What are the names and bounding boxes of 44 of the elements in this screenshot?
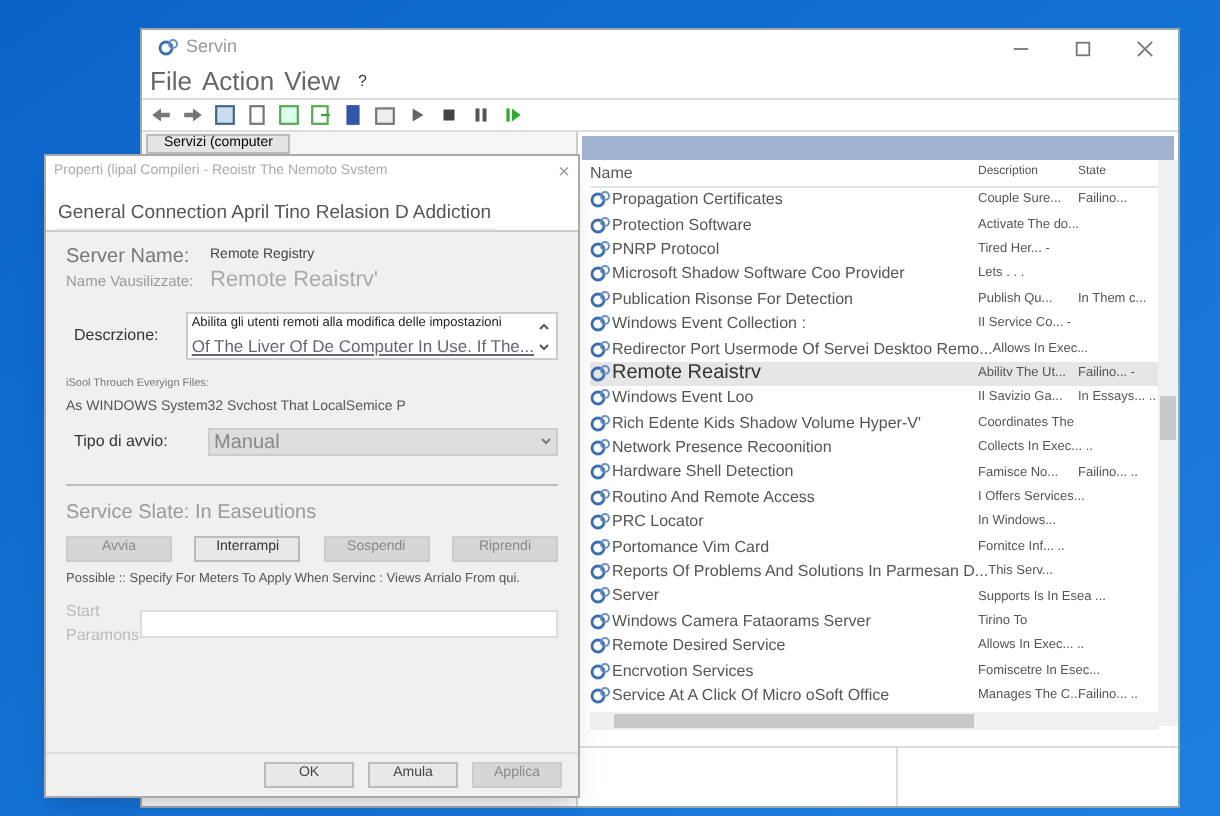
service-status-text: Service Slate: In Easeutions	[66, 500, 319, 528]
service-name: Rich Edente Kids Shadow Volume Hyper-V'	[612, 411, 921, 436]
service-name: Server	[612, 584, 660, 609]
service-name: Windows Event Loo	[612, 386, 754, 411]
service-name: Network Presence Recoonition	[612, 436, 832, 461]
menu-item[interactable]: View	[284, 62, 341, 102]
service-name: Remote Desired Service	[612, 634, 786, 659]
service-name: Propagation Certificates	[612, 188, 783, 213]
menu-item[interactable]: File	[150, 62, 192, 102]
service-name: PRC Locator	[612, 510, 704, 535]
back-arrow-icon	[150, 104, 172, 126]
service-name: Microsoft Shadow Software Coo Provider	[612, 262, 905, 287]
service-name: PNRP Protocol	[612, 237, 720, 262]
vertical-scrollbar[interactable]	[1158, 160, 1178, 726]
service-name: Publication Risonse For Detection	[612, 287, 854, 312]
service-name: Reports Of Problems And Solutions In Parmesan D...	[612, 560, 989, 585]
field-label: Descrzione:	[74, 324, 161, 349]
service-name: Protection Software	[612, 213, 752, 238]
service-name: Service At A Click Of Micro oSoft Office	[612, 684, 890, 708]
maximize-icon	[1074, 39, 1092, 57]
service-name: Portomance Vim Card	[612, 535, 770, 560]
restart-icon	[502, 104, 524, 126]
service-name: Windows Camera Fataorams Server	[612, 609, 871, 634]
field-label: Tipo di avvio:	[74, 430, 170, 454]
service-name: Hardware Shell Detection	[612, 460, 794, 485]
stop-icon	[438, 104, 460, 126]
service-name: Remote Reaistrv	[612, 360, 761, 389]
window-title: Servin	[186, 34, 238, 61]
close-icon	[1136, 39, 1154, 57]
field-label: Server Name:	[66, 243, 192, 272]
field-value: Remote Reaistrv'	[210, 266, 379, 296]
caret-down-icon	[540, 438, 552, 446]
horizontal-scrollbar[interactable]	[590, 712, 1158, 731]
pause-icon	[470, 104, 492, 126]
menu-item[interactable]: Action	[201, 62, 275, 102]
menu-item[interactable]: ?	[358, 70, 367, 94]
service-name: Encrvotion Services	[612, 659, 754, 684]
description-text: Of The Liver Of De Computer In Use. If The...	[191, 334, 534, 360]
column-header[interactable]: Name	[590, 161, 978, 185]
start-parameters-field[interactable]	[140, 610, 558, 638]
service-name: Redirector Port Usermode Of Servei Desktoo Remo...	[612, 337, 993, 362]
service-name: Routino And Remote Access	[612, 485, 815, 510]
service-name: Windows Event Collection :	[612, 312, 806, 337]
forward-arrow-icon	[182, 104, 204, 126]
